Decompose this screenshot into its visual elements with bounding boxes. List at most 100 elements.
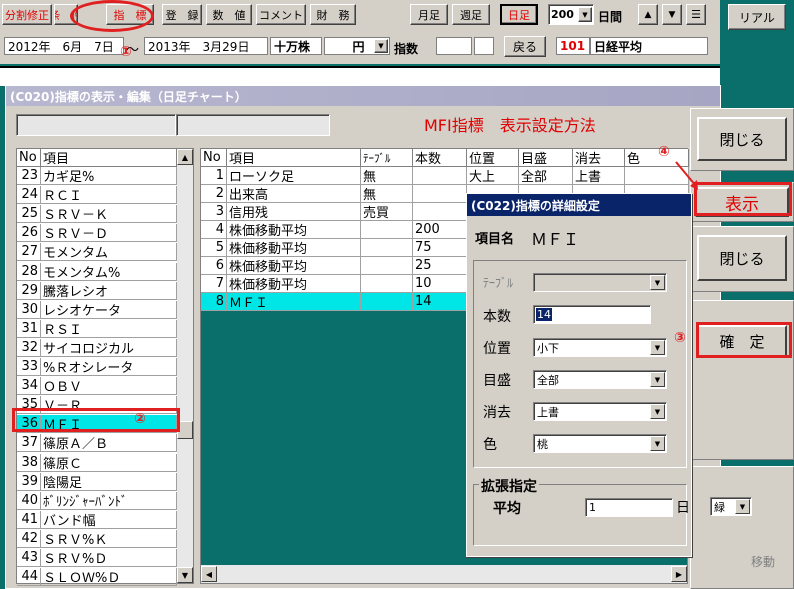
index-code-field[interactable]: 101: [556, 37, 590, 55]
annotation-number-3: ③: [674, 330, 686, 346]
list-item[interactable]: 37 篠原Ａ／Ｂ: [17, 434, 177, 453]
list-item-label: ＭＦＩ: [41, 415, 177, 434]
table-select[interactable]: ▼: [533, 273, 667, 292]
list-item[interactable]: 31 ＲＳＩ: [17, 319, 177, 338]
col-scale: 目盛: [519, 149, 573, 167]
list-scrollbar[interactable]: ▲ ▼: [177, 149, 193, 583]
arrow-down-icon[interactable]: ▼: [662, 4, 682, 25]
list-item[interactable]: 23 カギ足%: [17, 167, 177, 185]
menu-icon[interactable]: ☰: [686, 4, 706, 25]
list-item[interactable]: 27 モメンタム: [17, 243, 177, 262]
close-button-2[interactable]: 閉じる: [697, 235, 787, 281]
cell-no: 8: [201, 293, 227, 311]
comment-button[interactable]: コメント: [256, 4, 306, 25]
list-item[interactable]: 38 篠原Ｃ: [17, 453, 177, 472]
scroll-down-icon[interactable]: ▼: [177, 567, 193, 583]
cell-count: 10: [413, 275, 467, 293]
list-item[interactable]: 43 ＳＲＶ%Ｄ: [17, 549, 177, 567]
list-item[interactable]: 32 サイコロジカル: [17, 338, 177, 357]
list-item[interactable]: 44 ＳＬＯＷ%Ｄ: [17, 568, 177, 587]
list-item-no: 43: [17, 549, 41, 567]
back-button[interactable]: 戻る: [504, 36, 546, 57]
chevron-down-icon[interactable]: ▼: [578, 7, 592, 22]
list-item-no: 29: [17, 281, 41, 300]
monthly-button[interactable]: 月足: [410, 4, 448, 25]
indicator-button[interactable]: 指 標: [106, 4, 154, 25]
list-item[interactable]: 35 Ｖ－Ｒ: [17, 396, 177, 415]
chevron-down-icon[interactable]: ▼: [650, 275, 665, 290]
scroll-up-icon[interactable]: ▲: [177, 149, 193, 165]
confirm-button[interactable]: 確 定: [697, 325, 787, 357]
item-name-value: ＭＦＩ: [531, 230, 580, 249]
list-item-label: 篠原Ａ／Ｂ: [41, 434, 177, 453]
start-date-field[interactable]: 2012年 6月 7日: [4, 37, 124, 55]
table-row[interactable]: 1 ローソク足無 大上 全部 上書: [201, 167, 689, 185]
cell-table: [361, 221, 413, 239]
condition-button[interactable]: 条 件: [54, 4, 78, 25]
list-item-no: 44: [17, 568, 41, 587]
col-item: 項目: [41, 149, 177, 167]
list-item[interactable]: 41 バンド幅: [17, 510, 177, 529]
currency-select[interactable]: 円 ▼: [324, 37, 390, 55]
list-item[interactable]: 26 ＳＲＶ－Ｄ: [17, 224, 177, 243]
day-label: 日: [676, 500, 690, 516]
position-select[interactable]: 小下 ▼: [533, 338, 667, 357]
index-box-2: [474, 37, 494, 55]
daily-button[interactable]: 日足: [500, 4, 538, 25]
cell-count: 200: [413, 221, 467, 239]
scroll-right-icon[interactable]: ▶: [671, 566, 687, 582]
list-item-label: 篠原Ｃ: [41, 453, 177, 472]
close-button-1[interactable]: 閉じる: [697, 117, 787, 161]
count-input[interactable]: 14: [533, 305, 651, 324]
split-adjust-button[interactable]: 分割修正: [2, 4, 52, 25]
average-input[interactable]: 1: [585, 498, 673, 517]
list-item[interactable]: 30 レシオケータ: [17, 300, 177, 319]
erase-value: 上書: [537, 405, 559, 419]
unit-field: 十万株: [270, 37, 322, 55]
table-hscrollbar[interactable]: ◀ ▶: [201, 565, 687, 583]
realtime-button[interactable]: リアル: [728, 4, 786, 30]
list-item-label: モメンタム: [41, 243, 177, 262]
cell-item: ローソク足: [227, 167, 361, 185]
list-item[interactable]: 42 ＳＲＶ%Ｋ: [17, 529, 177, 548]
progress-field: [16, 114, 176, 136]
list-item[interactable]: 39 陰陽足: [17, 472, 177, 491]
scale-select[interactable]: 全部 ▼: [533, 370, 667, 389]
list-item[interactable]: 24 ＲＣＩ: [17, 186, 177, 205]
average-color-select[interactable]: 緑 ▼: [710, 497, 752, 516]
finance-button[interactable]: 財 務: [310, 4, 356, 25]
end-date-field[interactable]: 2013年 3月29日: [144, 37, 268, 55]
list-item[interactable]: 34 ＯＢＶ: [17, 377, 177, 396]
scroll-left-icon[interactable]: ◀: [201, 566, 217, 582]
cell-item: 株価移動平均: [227, 257, 361, 275]
chevron-down-icon[interactable]: ▼: [735, 499, 750, 514]
display-button[interactable]: 表示: [695, 187, 789, 217]
period-label: 日間: [598, 10, 623, 24]
chevron-down-icon[interactable]: ▼: [650, 372, 665, 387]
index-box-1: [436, 37, 472, 55]
color-select[interactable]: 桃 ▼: [533, 434, 667, 453]
list-item-label: カギ足%: [41, 167, 177, 185]
chevron-down-icon[interactable]: ▼: [650, 340, 665, 355]
list-item-label: Ｖ－Ｒ: [41, 396, 177, 415]
scroll-thumb[interactable]: [177, 421, 193, 439]
col-position: 位置: [467, 149, 519, 167]
list-item[interactable]: 40 ﾎﾞﾘﾝｼﾞｬｰﾊﾞﾝﾄﾞ: [17, 491, 177, 510]
count-select[interactable]: 200 ▼: [548, 4, 594, 25]
values-button[interactable]: 数 値: [206, 4, 252, 25]
list-item-label: モメンタム%: [41, 262, 177, 281]
list-item[interactable]: 29 騰落レシオ: [17, 281, 177, 300]
list-item[interactable]: 25 ＳＲＶ－Ｋ: [17, 205, 177, 224]
list-item[interactable]: 28 モメンタム%: [17, 262, 177, 281]
weekly-button[interactable]: 週足: [452, 4, 490, 25]
chevron-down-icon[interactable]: ▼: [650, 436, 665, 451]
erase-select[interactable]: 上書 ▼: [533, 402, 667, 421]
register-button[interactable]: 登 録: [162, 4, 202, 25]
arrow-up-icon[interactable]: ▲: [638, 4, 658, 25]
list-item[interactable]: 36 ＭＦＩ: [17, 415, 177, 434]
chevron-down-icon[interactable]: ▼: [650, 404, 665, 419]
window-title: (C020)指標の表示・編集（日足チャート）: [6, 86, 720, 106]
list-item[interactable]: 33 %Ｒオシレータ: [17, 358, 177, 376]
chevron-down-icon[interactable]: ▼: [374, 39, 388, 53]
display-panel: 表示: [690, 182, 794, 222]
